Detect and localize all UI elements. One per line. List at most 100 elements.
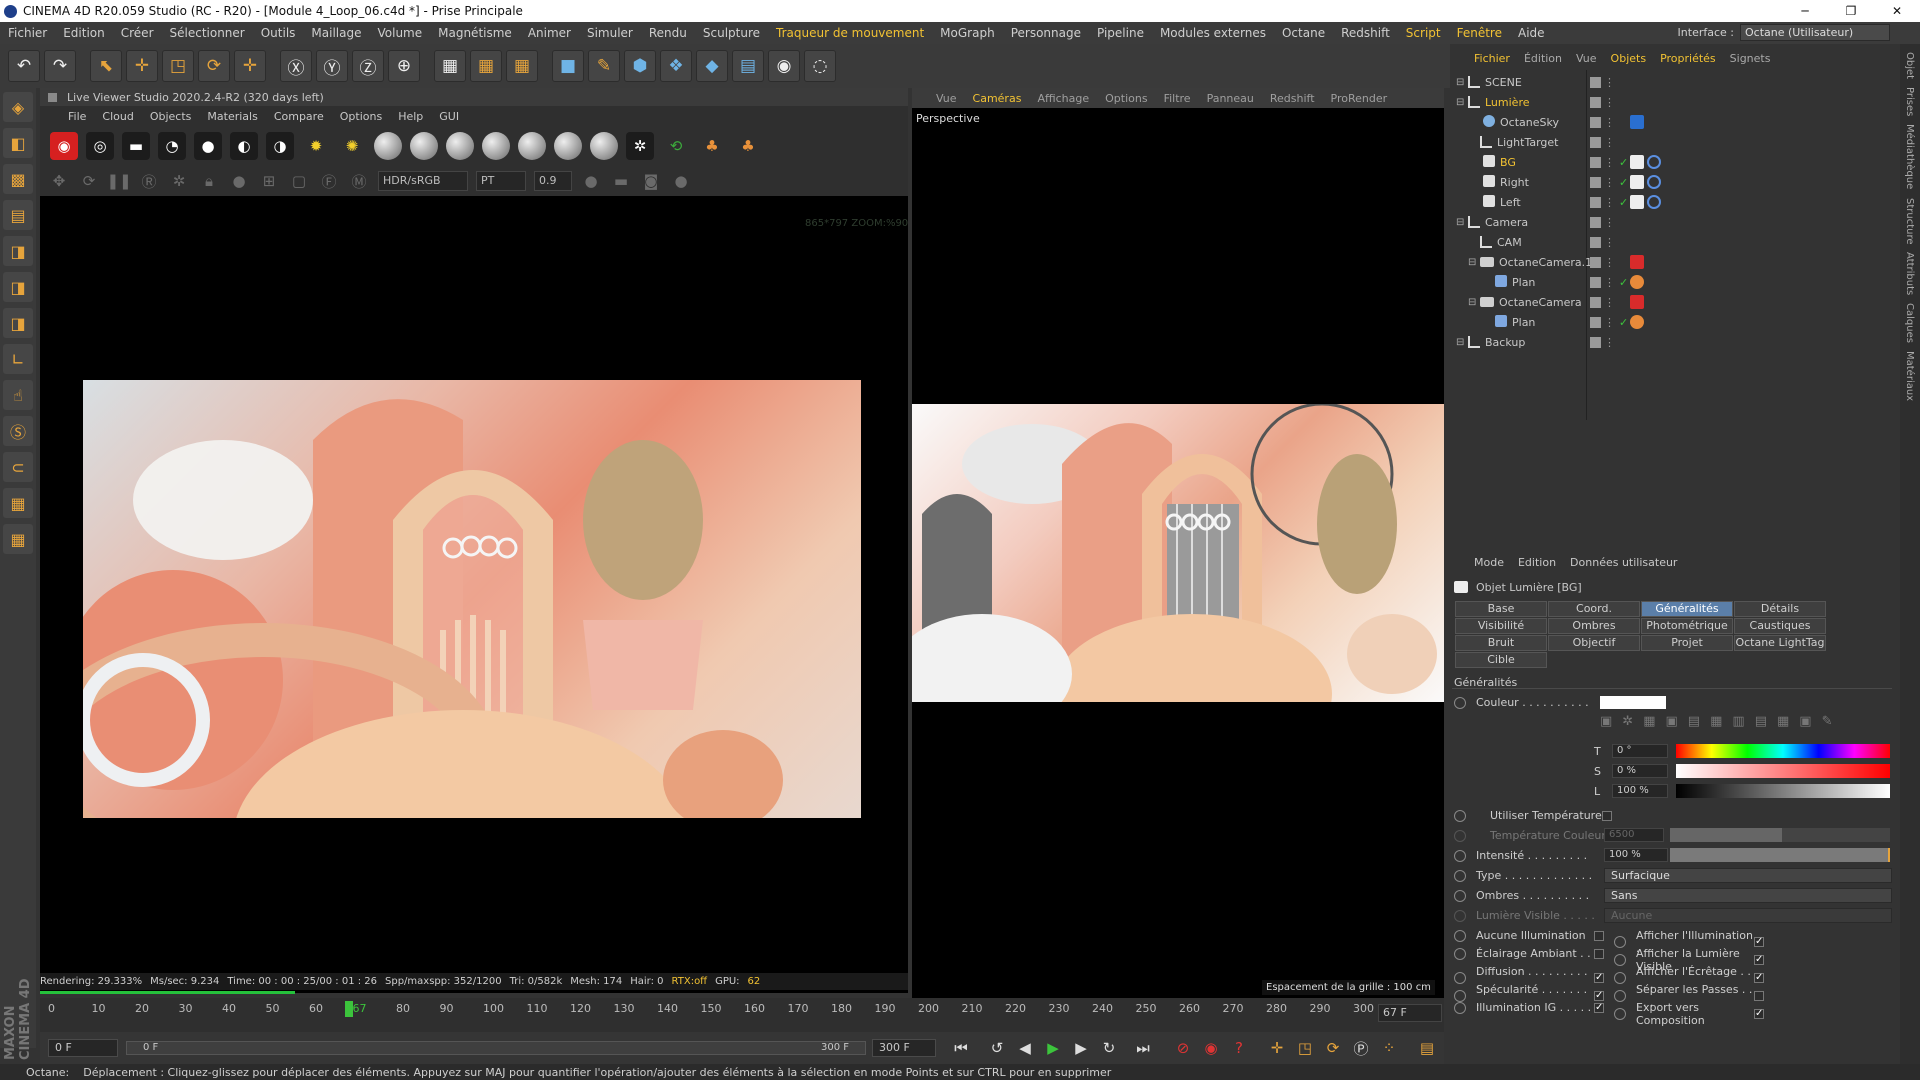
mouse-icon[interactable]: Ⓜ xyxy=(348,170,370,192)
object-row[interactable]: Left ⋮ ✓ xyxy=(1452,192,1900,212)
attributes-menu-0[interactable]: Mode xyxy=(1474,556,1504,569)
menu-19[interactable]: Script xyxy=(1398,26,1449,40)
right-option-anim-icon[interactable] xyxy=(1614,1008,1626,1020)
menu-10[interactable]: Rendu xyxy=(641,26,695,40)
shadow-anim-icon[interactable] xyxy=(1454,889,1466,902)
layer-icon[interactable] xyxy=(1590,116,1601,128)
target-icon[interactable]: ◎ xyxy=(86,132,114,160)
swatches-icon[interactable]: ▦ xyxy=(1777,714,1789,729)
viewport-menu-6[interactable]: Redshift xyxy=(1270,92,1315,105)
spectrum-icon[interactable]: ✲ xyxy=(1622,714,1633,729)
snap-icon[interactable]: Ⓢ xyxy=(3,416,33,446)
workplane-icon[interactable]: ▤ xyxy=(3,200,33,230)
hue-slider[interactable] xyxy=(1676,744,1890,758)
menu-15[interactable]: Pipeline xyxy=(1089,26,1152,40)
attribute-tab[interactable]: Objectif xyxy=(1548,635,1640,651)
layer-icon[interactable] xyxy=(1590,96,1601,108)
use-temperature-checkbox[interactable] xyxy=(1602,810,1612,821)
white-sphere-icon[interactable] xyxy=(518,132,546,160)
camera-icon[interactable]: ◉ xyxy=(768,50,800,82)
make-editable-icon[interactable]: ◈ xyxy=(3,92,33,122)
viewport-menu-5[interactable]: Panneau xyxy=(1207,92,1254,105)
cube-icon[interactable]: ■ xyxy=(552,50,584,82)
snapshot-icon[interactable]: ◙ xyxy=(640,170,662,192)
array-icon[interactable]: ❖ xyxy=(660,50,692,82)
lv-menu-5[interactable]: Options xyxy=(340,110,382,123)
right-option-checkbox[interactable]: ✓ xyxy=(1754,1009,1764,1019)
spot-light-icon[interactable]: ◔ xyxy=(158,132,186,160)
lv-menu-6[interactable]: Help xyxy=(398,110,423,123)
maximize-button[interactable]: ❐ xyxy=(1828,0,1874,22)
lv-menu-7[interactable]: GUI xyxy=(439,110,459,123)
render-picture-viewer-icon[interactable]: ▦ xyxy=(470,50,502,82)
viewport-render[interactable] xyxy=(912,404,1444,702)
mixer-icon[interactable]: ▤ xyxy=(1755,714,1767,729)
planar-workplane-icon[interactable]: ▦ xyxy=(3,524,33,554)
key-scale-icon[interactable]: ◳ xyxy=(1292,1035,1318,1061)
panel-grip-icon[interactable] xyxy=(48,92,57,102)
object-row[interactable]: ⊟ Lumière ⋮ xyxy=(1452,92,1900,112)
expand-toggle-icon[interactable]: ⊟ xyxy=(1456,217,1468,228)
attribute-tab[interactable]: Projet xyxy=(1641,635,1733,651)
attribute-tab[interactable]: Visibilité xyxy=(1455,618,1547,634)
visibility-dots-icon[interactable]: ⋮ xyxy=(1604,316,1615,329)
object-row[interactable]: OctaneSky ⋮ xyxy=(1452,112,1900,132)
scale-tool-icon[interactable]: ◳ xyxy=(162,50,194,82)
viewport-menu-7[interactable]: ProRender xyxy=(1331,92,1388,105)
tree-icon[interactable]: ♣ xyxy=(698,132,726,160)
viewport-menu-4[interactable]: Filtre xyxy=(1164,92,1191,105)
menu-6[interactable]: Volume xyxy=(369,26,430,40)
sun-icon[interactable]: ✹ xyxy=(302,132,330,160)
settings-gear-icon[interactable]: ✲ xyxy=(168,170,190,192)
record-icon[interactable]: ◉ xyxy=(50,132,78,160)
rotate-tool-icon[interactable]: ⟳ xyxy=(198,50,230,82)
side-tab[interactable]: Structure xyxy=(1904,198,1915,245)
intensity-field[interactable]: 100 % xyxy=(1604,848,1668,862)
layer-icon[interactable] xyxy=(1590,236,1601,248)
use-temp-anim-icon[interactable] xyxy=(1454,809,1466,822)
rgb-icon[interactable]: ▤ xyxy=(1688,714,1700,729)
object-row[interactable]: ⊟ Camera ⋮ xyxy=(1452,212,1900,232)
object-row[interactable]: ⊟ OctaneCamera ⋮ xyxy=(1452,292,1900,312)
attribute-tab[interactable]: Ombres xyxy=(1548,618,1640,634)
saturation-field[interactable]: 0 % xyxy=(1612,764,1668,778)
key-help-icon[interactable]: ? xyxy=(1226,1035,1252,1061)
object-row[interactable]: LightTarget ⋮ xyxy=(1452,132,1900,152)
half-circle-icon[interactable]: ◐ xyxy=(230,132,258,160)
edges-mode-icon[interactable]: ◨ xyxy=(3,272,33,302)
playhead[interactable] xyxy=(345,1001,353,1017)
objects-tab-3[interactable]: Objets xyxy=(1611,52,1647,65)
layer-icon[interactable] xyxy=(1590,216,1601,228)
lv-menu-0[interactable]: File xyxy=(68,110,86,123)
end-frame-field[interactable]: 300 F xyxy=(872,1039,936,1057)
play-icon[interactable]: ▶ xyxy=(1040,1035,1066,1061)
viewport-menu-2[interactable]: Affichage xyxy=(1037,92,1089,105)
sphere-icon[interactable]: ● xyxy=(670,170,692,192)
enabled-check-icon[interactable]: ✓ xyxy=(1619,196,1628,209)
right-option-checkbox[interactable]: ✓ xyxy=(1754,955,1764,965)
enabled-check-icon[interactable]: ✓ xyxy=(1619,276,1628,289)
expand-toggle-icon[interactable]: ⊟ xyxy=(1468,297,1480,308)
floor-icon[interactable]: ▤ xyxy=(732,50,764,82)
side-tab[interactable]: Matériaux xyxy=(1904,351,1915,401)
layer-icon[interactable] xyxy=(1590,76,1601,88)
restart-icon[interactable]: ⟳ xyxy=(78,170,100,192)
menu-3[interactable]: Sélectionner xyxy=(162,26,253,40)
key-move-icon[interactable]: ✛ xyxy=(1264,1035,1290,1061)
side-tab[interactable]: Médiathèque xyxy=(1904,124,1915,189)
recent-tool-icon[interactable]: ✛ xyxy=(234,50,266,82)
material-sphere-icon[interactable] xyxy=(374,132,402,160)
expand-toggle-icon[interactable]: ⊟ xyxy=(1468,257,1480,268)
magnet-icon[interactable]: ⊂ xyxy=(3,452,33,482)
target-tag-icon[interactable] xyxy=(1647,175,1661,189)
kelvin-icon[interactable]: ▥ xyxy=(1732,714,1744,729)
lock-icon[interactable]: 🔒︎ xyxy=(198,170,220,192)
side-tab[interactable]: Prises xyxy=(1904,87,1915,116)
timeline-layout-icon[interactable]: ▤ xyxy=(1414,1035,1440,1061)
attribute-tab[interactable]: Base xyxy=(1455,601,1547,617)
clay-icon[interactable]: ● xyxy=(228,170,250,192)
attribute-tab[interactable]: Photométrique xyxy=(1641,618,1733,634)
left-option-anim-icon[interactable] xyxy=(1454,1001,1466,1014)
objects-tab-4[interactable]: Propriétés xyxy=(1660,52,1716,65)
key-grid-icon[interactable]: ⁘ xyxy=(1376,1035,1402,1061)
